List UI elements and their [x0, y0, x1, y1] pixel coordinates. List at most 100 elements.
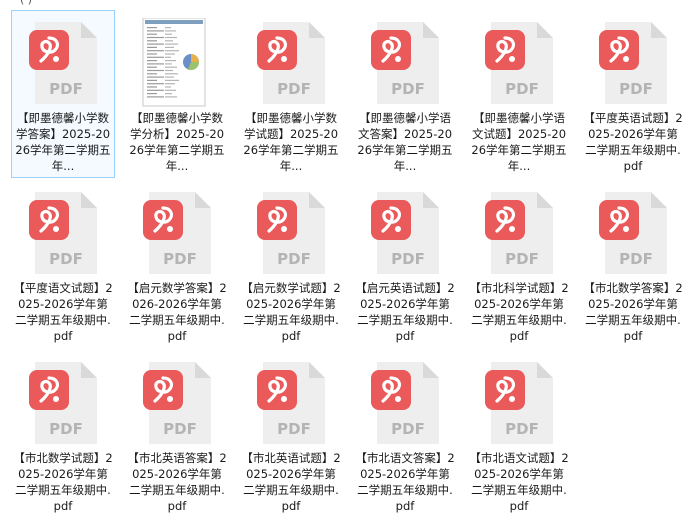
pdf-file-icon: PDF — [257, 192, 325, 274]
page-fold — [537, 362, 553, 378]
pdf-label: PDF — [163, 420, 197, 438]
file-thumbnail: PDF — [255, 358, 329, 448]
file-item[interactable]: PDF 【即墨德馨小学语文试题】2025-2026学年第二学期五年... — [467, 10, 571, 178]
file-item[interactable]: PDF 【市北英语试题】2025-2026学年第二学期五年级期中.pdf — [239, 350, 343, 518]
file-item[interactable]: PDF 【市北科学试题】2025-2026学年第二学期五年级期中.pdf — [467, 180, 571, 348]
file-name-label: 【启元数学试题】2025-2026学年第二学期五年级期中.pdf — [241, 281, 341, 343]
file-name-label: 【市北英语试题】2025-2026学年第二学期五年级期中.pdf — [241, 451, 341, 513]
page-fold — [195, 362, 211, 378]
file-thumbnail: PDF — [27, 188, 101, 278]
file-thumbnail: PDF — [483, 358, 557, 448]
file-item[interactable]: PDF 【启元英语试题】2025-2026学年第二学期五年级期中.pdf — [353, 180, 457, 348]
file-item[interactable]: PDF 【即墨德馨小学语文答案】2025-2026学年第二学期五年... — [353, 10, 457, 178]
pdf-label: PDF — [277, 420, 311, 438]
pdf-label: PDF — [505, 250, 539, 268]
file-name-label: 【市北科学试题】2025-2026学年第二学期五年级期中.pdf — [469, 281, 569, 343]
file-thumbnail: PDF — [369, 358, 443, 448]
file-item[interactable]: PDF 【启元数学试题】2025-2026学年第二学期五年级期中.pdf — [239, 180, 343, 348]
page-fold — [309, 192, 325, 208]
pdf-file-icon: PDF — [371, 192, 439, 274]
page-fold — [651, 22, 667, 38]
file-item[interactable]: PDF 【即墨德馨小学数学答案】2025-2026学年第二学期五年... — [11, 10, 115, 178]
file-item[interactable]: PDF 【平度语文试题】2025-2026学年第二学期五年级期中.pdf — [11, 180, 115, 348]
pdf-file-icon: PDF — [371, 22, 439, 104]
file-item[interactable]: PDF 【市北数学答案】2025-2026学年第二学期五年级期中.pdf — [581, 180, 685, 348]
pdf-label: PDF — [163, 250, 197, 268]
page-fold — [81, 362, 97, 378]
file-name-label: 【平度语文试题】2025-2026学年第二学期五年级期中.pdf — [13, 281, 113, 343]
file-thumbnail: PDF — [597, 188, 671, 278]
file-name-label: 【即墨德馨小学语文答案】2025-2026学年第二学期五年... — [357, 111, 453, 173]
file-thumbnail: PDF — [483, 18, 557, 108]
file-name-label: 【启元数学答案】2026-2026学年第二学期五年级期中.pdf — [127, 281, 227, 343]
file-thumbnail — [141, 17, 215, 108]
file-name-label: 【启元英语试题】2025-2026学年第二学期五年级期中.pdf — [355, 281, 455, 343]
file-thumbnail: PDF — [255, 188, 329, 278]
pdf-label: PDF — [391, 420, 425, 438]
page-fold — [537, 22, 553, 38]
file-item[interactable]: PDF 【即墨德馨小学数学试题】2025-2026学年第二学期五年... — [239, 10, 343, 178]
file-item[interactable]: 【即墨德馨小学数学分析】2025-2026学年第二学期五年... — [125, 10, 229, 178]
file-thumbnail: PDF — [141, 188, 215, 278]
page-fold — [81, 22, 97, 38]
pdf-label: PDF — [49, 250, 83, 268]
pdf-label: PDF — [391, 250, 425, 268]
pdf-file-icon: PDF — [371, 362, 439, 444]
page-fold — [309, 362, 325, 378]
page-fold — [81, 192, 97, 208]
pdf-file-icon: PDF — [29, 192, 97, 274]
pdf-label: PDF — [277, 80, 311, 98]
document-preview-thumbnail — [142, 17, 206, 107]
pdf-file-icon: PDF — [143, 192, 211, 274]
page-fold — [423, 22, 439, 38]
pdf-file-icon: PDF — [29, 362, 97, 444]
page-fold — [651, 192, 667, 208]
pdf-label: PDF — [505, 420, 539, 438]
file-name-label: 【即墨德馨小学数学答案】2025-2026学年第二学期五年... — [15, 111, 111, 173]
file-item[interactable]: PDF 【市北英语答案】2025-2026学年第二学期五年级期中.pdf — [125, 350, 229, 518]
file-name-label: 【市北语文试题】2025-2026学年第二学期五年级期中.pdf — [469, 451, 569, 513]
file-thumbnail: PDF — [255, 18, 329, 108]
page-fold — [423, 362, 439, 378]
file-name-label: 【市北数学试题】2025-2026学年第二学期五年级期中.pdf — [13, 451, 113, 513]
page-fold — [423, 192, 439, 208]
file-name-label: 【平度英语试题】2025-2026学年第二学期五年级期中.pdf — [583, 111, 683, 173]
file-grid: PDF 【即墨德馨小学数学答案】2025-2026学年第二学期五年... 【即墨德馨… — [0, 0, 693, 531]
pdf-file-icon: PDF — [485, 22, 553, 104]
file-item[interactable]: PDF 【市北语文试题】2025-2026学年第二学期五年级期中.pdf — [467, 350, 571, 518]
file-item[interactable]: PDF 【市北数学试题】2025-2026学年第二学期五年级期中.pdf — [11, 350, 115, 518]
pdf-label: PDF — [505, 80, 539, 98]
file-name-label: 【市北英语答案】2025-2026学年第二学期五年级期中.pdf — [127, 451, 227, 513]
pdf-label: PDF — [391, 80, 425, 98]
file-name-label: 【市北数学答案】2025-2026学年第二学期五年级期中.pdf — [583, 281, 683, 343]
pdf-label: PDF — [49, 420, 83, 438]
file-thumbnail: PDF — [27, 358, 101, 448]
pdf-file-icon: PDF — [485, 362, 553, 444]
file-name-label: 【即墨德馨小学数学试题】2025-2026学年第二学期五年... — [243, 111, 339, 173]
file-item[interactable]: PDF 【平度英语试题】2025-2026学年第二学期五年级期中.pdf — [581, 10, 685, 178]
pdf-label: PDF — [277, 250, 311, 268]
pdf-file-icon: PDF — [257, 362, 325, 444]
file-thumbnail: PDF — [369, 188, 443, 278]
page-fold — [309, 22, 325, 38]
file-thumbnail: PDF — [141, 358, 215, 448]
page-fold — [195, 192, 211, 208]
file-item[interactable]: PDF 【市北语文答案】2025-2026学年第二学期五年级期中.pdf — [353, 350, 457, 518]
pdf-file-icon: PDF — [143, 362, 211, 444]
page-fold — [537, 192, 553, 208]
file-name-label: 【市北语文答案】2025-2026学年第二学期五年级期中.pdf — [355, 451, 455, 513]
file-thumbnail: PDF — [483, 188, 557, 278]
file-thumbnail: PDF — [27, 18, 101, 108]
pdf-file-icon: PDF — [257, 22, 325, 104]
file-thumbnail: PDF — [369, 18, 443, 108]
file-thumbnail: PDF — [597, 18, 671, 108]
file-name-label: 【即墨德馨小学语文试题】2025-2026学年第二学期五年... — [471, 111, 567, 173]
file-name-label: 【即墨德馨小学数学分析】2025-2026学年第二学期五年... — [129, 111, 225, 173]
file-item[interactable]: PDF 【启元数学答案】2026-2026学年第二学期五年级期中.pdf — [125, 180, 229, 348]
pdf-file-icon: PDF — [485, 192, 553, 274]
pdf-file-icon: PDF — [599, 22, 667, 104]
pdf-label: PDF — [49, 80, 83, 98]
pdf-file-icon: PDF — [29, 22, 97, 104]
pdf-label: PDF — [619, 80, 653, 98]
pdf-file-icon: PDF — [599, 192, 667, 274]
